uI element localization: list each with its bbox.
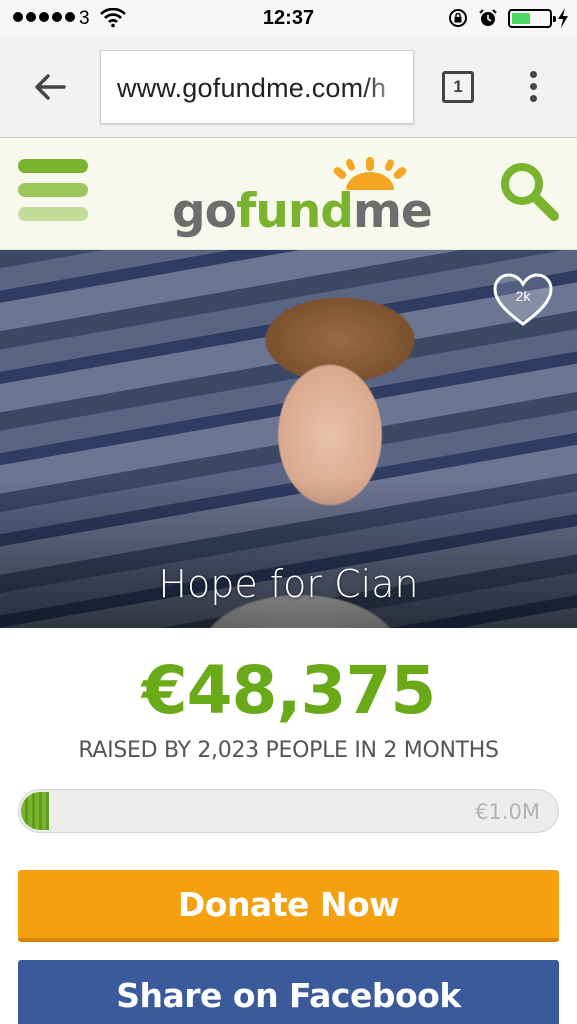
site-header: gofundme bbox=[0, 138, 577, 250]
campaign-photo[interactable]: 2k Hope for Cian bbox=[0, 250, 577, 628]
browser-toolbar: www.gofundme.com/h 1 bbox=[0, 36, 577, 138]
like-count: 2k bbox=[515, 288, 531, 304]
amount-raised: €48,375 bbox=[141, 652, 437, 729]
share-on-facebook-button[interactable]: Share on Facebook bbox=[18, 960, 559, 1024]
charging-icon bbox=[558, 8, 568, 28]
hamburger-menu-icon[interactable] bbox=[18, 159, 88, 221]
progress-fill bbox=[21, 792, 49, 830]
funding-progress-bar: €1.0M bbox=[18, 789, 559, 833]
battery-level bbox=[512, 13, 530, 24]
donate-now-button[interactable]: Donate Now bbox=[18, 870, 559, 942]
campaign-title: Hope for Cian bbox=[158, 562, 419, 606]
url-text: www.gofundme.com/h bbox=[117, 73, 387, 103]
goal-amount: €1.0M bbox=[475, 800, 540, 824]
like-button[interactable]: 2k bbox=[492, 272, 554, 328]
address-bar[interactable]: www.gofundme.com/h bbox=[100, 50, 414, 124]
battery-icon bbox=[508, 9, 556, 28]
logo-wordmark: gofundme bbox=[172, 184, 433, 239]
overflow-menu-icon[interactable] bbox=[530, 71, 540, 105]
alarm-icon bbox=[479, 9, 497, 26]
rotation-lock-icon bbox=[449, 9, 467, 27]
status-bar: 3 12:37 bbox=[0, 0, 577, 36]
raised-caption: RAISED BY 2,023 PEOPLE IN 2 MONTHS bbox=[78, 738, 499, 763]
search-icon[interactable] bbox=[498, 160, 560, 222]
gofundme-logo[interactable]: gofundme bbox=[172, 156, 433, 240]
tabs-button[interactable]: 1 bbox=[442, 71, 474, 103]
back-arrow-icon[interactable] bbox=[30, 67, 70, 107]
